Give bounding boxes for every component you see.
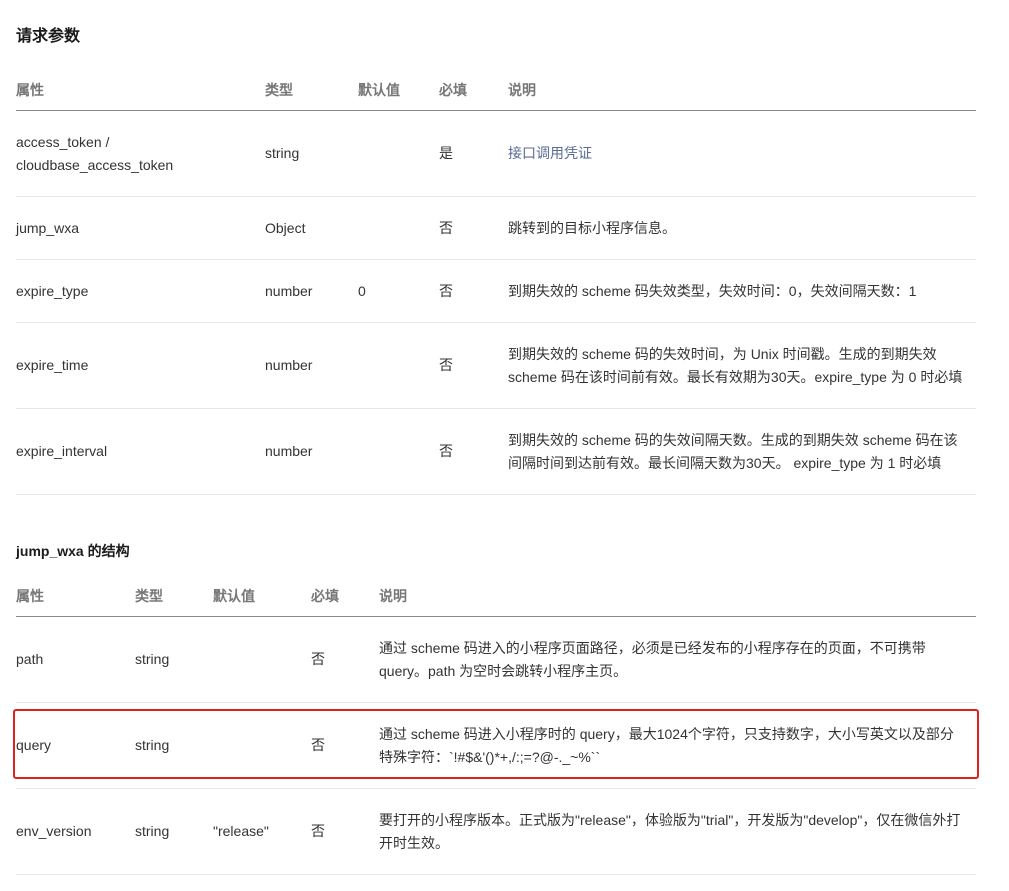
desc-line: scheme 码在该时间前有效。最长有效期为30天。expire_type 为 … [508,368,963,385]
header-attr: 属性 [16,70,265,111]
cell-default [213,616,311,703]
cell-desc: 通过 scheme 码进入小程序时的 query，最大1024个字符，只支持数字… [379,702,976,789]
cell-attr: path [16,616,135,703]
cell-default: "release" [213,788,311,875]
desc-line: 通过 scheme 码进入小程序时的 query，最大1024个字符，只支持数字… [379,725,954,742]
cell-desc: 通过 scheme 码进入的小程序页面路径，必须是已经发布的小程序存在的页面，不… [379,616,976,703]
cell-type: number [265,259,358,323]
cell-attr: expire_time [16,322,265,409]
access-token-link[interactable]: 接口调用凭证 [508,145,592,161]
cell-required: 否 [311,616,379,703]
cell-type: string [265,110,358,197]
jump-wxa-table: 属性 类型 默认值 必填 说明 path string 否 通过 scheme … [16,576,976,875]
cell-type: Object [265,196,358,260]
cell-required: 否 [439,196,508,260]
desc-line: 间隔时间到达前有效。最长间隔天数为30天。 expire_type 为 1 时必… [508,454,942,471]
table-row: access_token / cloudbase_access_token st… [16,110,976,197]
cell-default [213,702,311,789]
cell-required: 否 [439,322,508,409]
desc-line: 开时生效。 [379,834,449,851]
cell-default [358,322,439,409]
cell-type: number [265,322,358,409]
table-row: jump_wxa Object 否 跳转到的目标小程序信息。 [16,196,976,260]
cell-required: 否 [439,259,508,323]
table-row: expire_interval number 否 到期失效的 scheme 码的… [16,408,976,495]
table-row: expire_time number 否 到期失效的 scheme 码的失效时间… [16,322,976,409]
cell-attr: query [16,702,135,789]
cell-required: 否 [311,702,379,789]
cell-default [358,110,439,197]
desc-line: 通过 scheme 码进入的小程序页面路径，必须是已经发布的小程序存在的页面，不… [379,639,926,656]
cell-type: string [135,788,213,875]
desc-line: 要打开的小程序版本。正式版为"release"，体验版为"trial"，开发版为… [379,811,961,828]
cell-attr: expire_type [16,259,265,323]
desc-line: 特殊字符：`!#$&'()*+,/:;=?@-._~%`` [379,748,601,765]
cell-desc: 到期失效的 scheme 码的失效间隔天数。生成的到期失效 scheme 码在该… [508,408,976,495]
header-desc: 说明 [508,70,976,111]
cell-type: string [135,616,213,703]
cell-required: 否 [439,408,508,495]
header-type: 类型 [265,70,358,111]
attr-line: cloudbase_access_token [16,156,174,173]
cell-type: string [135,702,213,789]
section-title-request-params: 请求参数 [16,28,81,45]
desc-line: 到期失效的 scheme 码的失效时间，为 Unix 时间戳。生成的到期失效 [508,345,937,362]
cell-default: 0 [358,259,439,323]
header-required: 必填 [311,576,379,617]
cell-desc: 到期失效的 scheme 码的失效时间，为 Unix 时间戳。生成的到期失效 s… [508,322,976,409]
cell-attr: jump_wxa [16,196,265,260]
cell-desc: 跳转到的目标小程序信息。 [508,196,976,260]
table-row: path string 否 通过 scheme 码进入的小程序页面路径，必须是已… [16,616,976,703]
header-required: 必填 [439,70,508,111]
cell-default [358,196,439,260]
cell-attr: env_version [16,788,135,875]
desc-line: query。path 为空时会跳转小程序主页。 [379,662,628,679]
table-row: query string 否 通过 scheme 码进入小程序时的 query，… [16,702,976,789]
header-default: 默认值 [213,576,311,617]
header-default: 默认值 [358,70,439,111]
table-row: expire_type number 0 否 到期失效的 scheme 码失效类… [16,259,976,323]
cell-default [358,408,439,495]
attr-line: access_token / [16,133,110,150]
header-desc: 说明 [379,576,976,617]
cell-attr: expire_interval [16,408,265,495]
cell-desc: 到期失效的 scheme 码失效类型，失效时间：0，失效间隔天数：1 [508,259,976,323]
cell-required: 否 [311,788,379,875]
cell-attr: access_token / cloudbase_access_token [16,110,265,197]
cell-type: number [265,408,358,495]
section-title-jump-wxa: jump_wxa 的结构 [16,543,130,559]
cell-desc: 要打开的小程序版本。正式版为"release"，体验版为"trial"，开发版为… [379,788,976,875]
table-header-row: 属性 类型 默认值 必填 说明 [16,576,976,617]
header-type: 类型 [135,576,213,617]
request-params-table: 属性 类型 默认值 必填 说明 access_token / cloudbase… [16,70,976,495]
table-header-row: 属性 类型 默认值 必填 说明 [16,70,976,111]
cell-required: 是 [439,110,508,197]
header-attr: 属性 [16,576,135,617]
table-row: env_version string "release" 否 要打开的小程序版本… [16,788,976,875]
cell-desc: 接口调用凭证 [508,110,976,197]
desc-line: 到期失效的 scheme 码的失效间隔天数。生成的到期失效 scheme 码在该 [508,431,958,448]
